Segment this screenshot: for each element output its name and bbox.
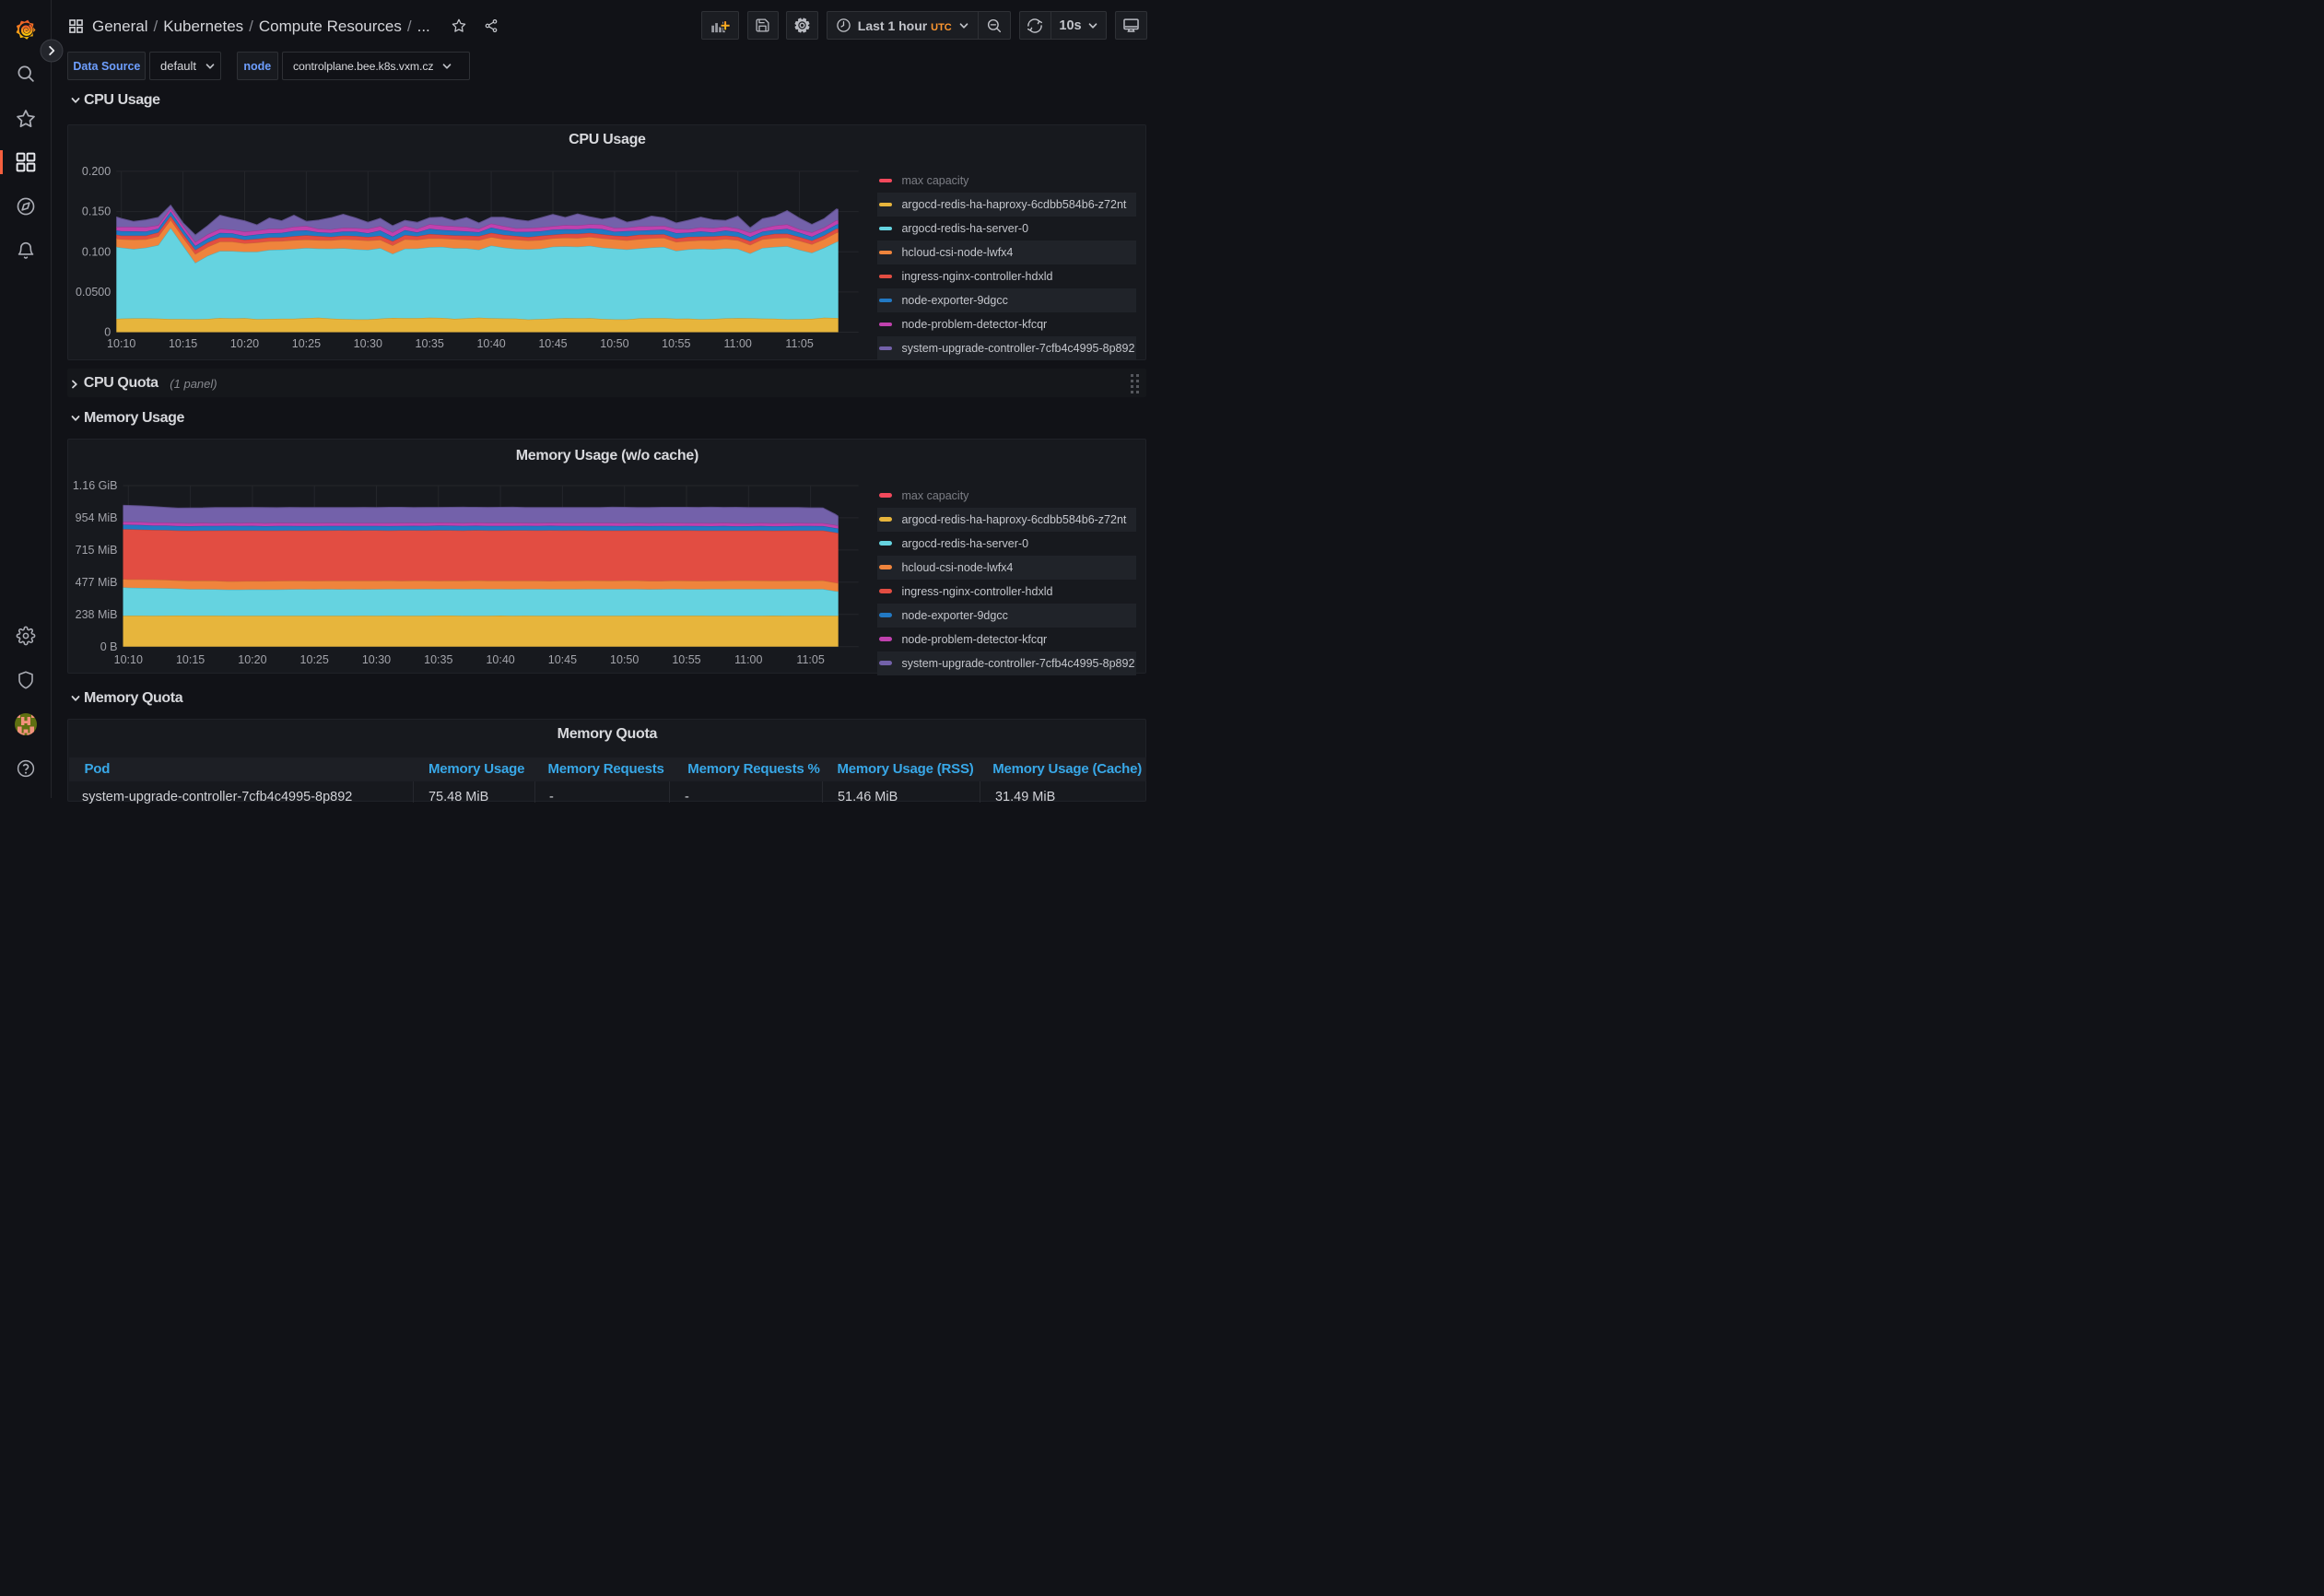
svg-text:11:00: 11:00 bbox=[734, 653, 762, 666]
svg-text:0.200: 0.200 bbox=[82, 165, 111, 178]
svg-text:11:05: 11:05 bbox=[786, 337, 814, 350]
svg-text:10:45: 10:45 bbox=[539, 337, 568, 350]
svg-text:0.100: 0.100 bbox=[82, 245, 111, 258]
svg-text:10:50: 10:50 bbox=[610, 653, 639, 666]
svg-text:10:10: 10:10 bbox=[114, 653, 143, 666]
svg-text:10:35: 10:35 bbox=[424, 653, 452, 666]
svg-text:10:30: 10:30 bbox=[354, 337, 382, 350]
svg-text:477 MiB: 477 MiB bbox=[76, 576, 118, 589]
svg-text:10:25: 10:25 bbox=[300, 653, 329, 666]
svg-text:11:00: 11:00 bbox=[724, 337, 752, 350]
svg-text:10:40: 10:40 bbox=[477, 337, 506, 350]
svg-text:1.16 GiB: 1.16 GiB bbox=[73, 479, 118, 492]
svg-text:11:05: 11:05 bbox=[797, 653, 825, 666]
svg-text:10:30: 10:30 bbox=[362, 653, 391, 666]
svg-text:10:20: 10:20 bbox=[239, 653, 267, 666]
svg-text:238 MiB: 238 MiB bbox=[76, 608, 118, 621]
svg-text:10:15: 10:15 bbox=[176, 653, 205, 666]
svg-text:10:55: 10:55 bbox=[662, 337, 690, 350]
svg-text:10:40: 10:40 bbox=[487, 653, 515, 666]
svg-text:954 MiB: 954 MiB bbox=[76, 511, 118, 524]
svg-text:715 MiB: 715 MiB bbox=[76, 544, 118, 557]
svg-text:10:55: 10:55 bbox=[673, 653, 701, 666]
svg-text:10:35: 10:35 bbox=[416, 337, 444, 350]
svg-text:10:10: 10:10 bbox=[107, 337, 135, 350]
svg-text:10:20: 10:20 bbox=[230, 337, 259, 350]
svg-text:0 B: 0 B bbox=[100, 640, 118, 653]
svg-text:10:50: 10:50 bbox=[601, 337, 629, 350]
svg-text:10:15: 10:15 bbox=[169, 337, 197, 350]
svg-text:10:45: 10:45 bbox=[548, 653, 577, 666]
svg-text:0.0500: 0.0500 bbox=[76, 286, 111, 299]
svg-text:10:25: 10:25 bbox=[292, 337, 321, 350]
svg-text:0.150: 0.150 bbox=[82, 205, 111, 217]
